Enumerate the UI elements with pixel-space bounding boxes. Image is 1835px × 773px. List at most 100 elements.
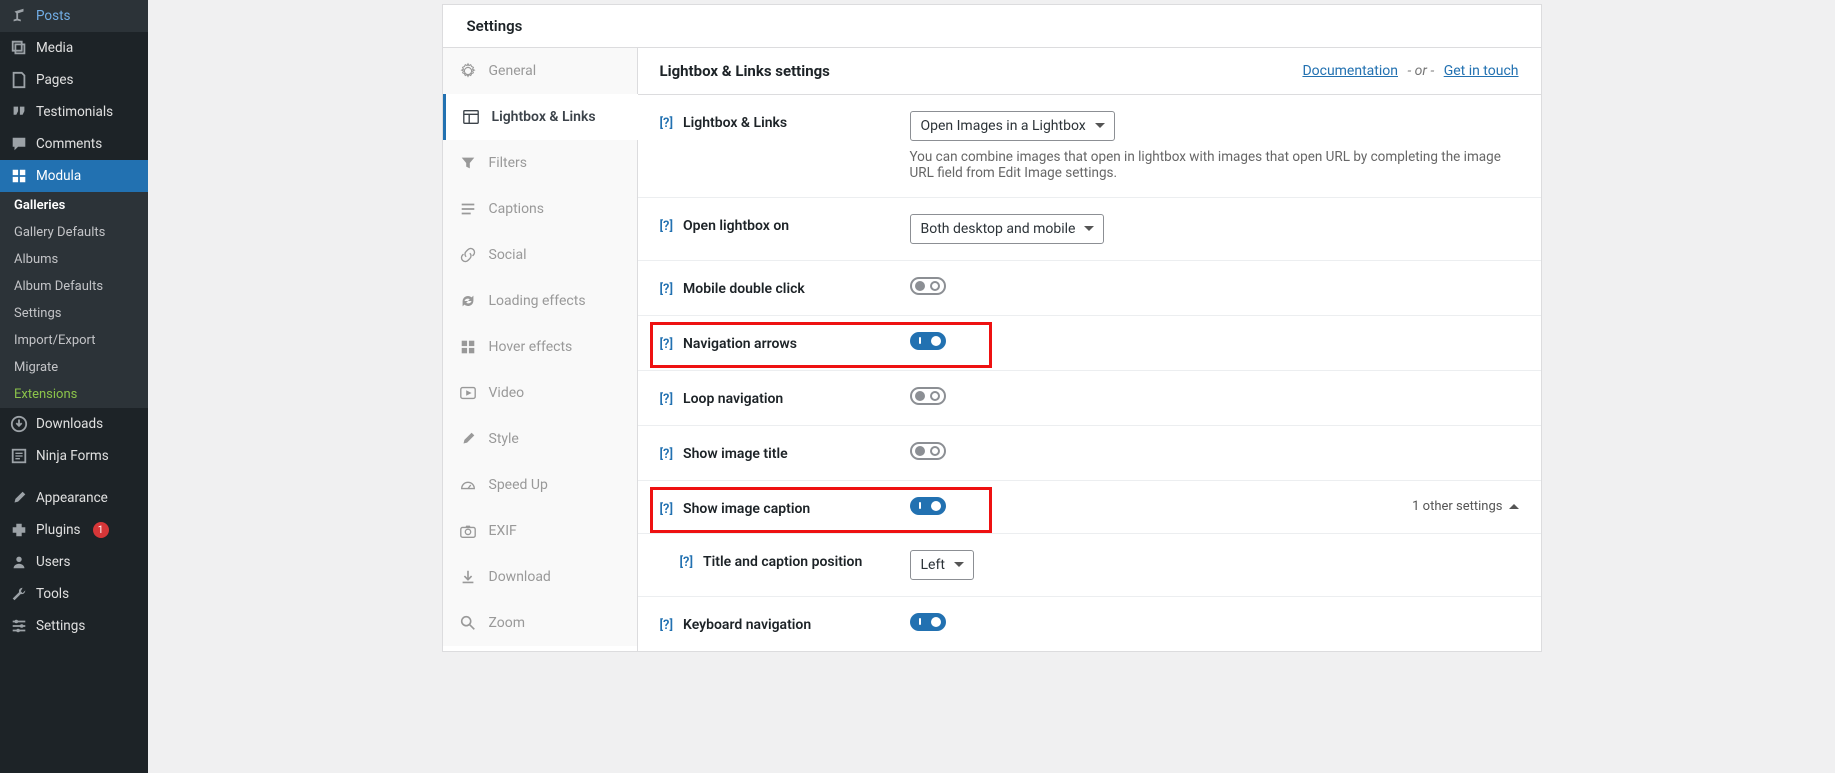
tab-social[interactable]: Social: [443, 232, 637, 278]
tab-label: Loading effects: [489, 293, 586, 309]
get-in-touch-link[interactable]: Get in touch: [1444, 63, 1519, 79]
download-arrow-icon: [459, 568, 477, 586]
help-icon[interactable]: [?]: [660, 502, 674, 517]
tab-style[interactable]: Style: [443, 416, 637, 462]
tab-captions[interactable]: Captions: [443, 186, 637, 232]
help-icon[interactable]: [?]: [660, 337, 674, 352]
tab-filters[interactable]: Filters: [443, 140, 637, 186]
tab-label: Lightbox & Links: [492, 109, 596, 125]
documentation-link[interactable]: Documentation: [1302, 63, 1398, 79]
field-mobile-double-click: [?] Mobile double click: [638, 261, 1541, 316]
search-icon: [459, 614, 477, 632]
help-icon[interactable]: [?]: [660, 447, 674, 462]
show-image-title-toggle[interactable]: [910, 442, 946, 460]
media-icon: [10, 39, 28, 57]
lightbox-links-select[interactable]: Open Images in a Lightbox: [910, 111, 1115, 141]
submenu-galleries[interactable]: Galleries: [0, 192, 148, 219]
tab-hover-effects[interactable]: Hover effects: [443, 324, 637, 370]
wrench-icon: [10, 585, 28, 603]
title-position-select[interactable]: Left: [910, 550, 974, 580]
tab-video[interactable]: Video: [443, 370, 637, 416]
help-icon[interactable]: [?]: [660, 392, 674, 407]
panel-title: Settings: [443, 5, 1541, 48]
play-icon: [459, 384, 477, 402]
tab-lightbox-links[interactable]: Lightbox & Links: [443, 94, 637, 140]
sidebar-item-label: Comments: [36, 136, 102, 152]
keyboard-navigation-toggle[interactable]: [910, 613, 946, 631]
sidebar-item-appearance[interactable]: Appearance: [0, 482, 148, 514]
submenu-settings[interactable]: Settings: [0, 300, 148, 327]
loop-navigation-toggle[interactable]: [910, 387, 946, 405]
sidebar-item-label: Tools: [36, 586, 69, 602]
sidebar-item-settings[interactable]: Settings: [0, 610, 148, 642]
filter-icon: [459, 154, 477, 172]
help-icon[interactable]: [?]: [680, 555, 694, 570]
tab-exif[interactable]: EXIF: [443, 508, 637, 554]
mobile-double-click-toggle[interactable]: [910, 277, 946, 295]
settings-content: Lightbox & Links settings Documentation …: [638, 48, 1541, 651]
gear-icon: [459, 62, 477, 80]
navigation-arrows-toggle[interactable]: [910, 332, 946, 350]
gauge-icon: [459, 476, 477, 494]
sidebar-item-media[interactable]: Media: [0, 32, 148, 64]
tab-label: Video: [489, 385, 525, 401]
grid-icon: [459, 338, 477, 356]
field-label: Keyboard navigation: [683, 617, 811, 633]
tab-zoom[interactable]: Zoom: [443, 600, 637, 646]
sidebar-item-label: Appearance: [36, 490, 108, 506]
modula-icon: [10, 167, 28, 185]
tab-label: Speed Up: [489, 477, 548, 493]
sidebar-item-label: Settings: [36, 618, 85, 634]
tab-speed-up[interactable]: Speed Up: [443, 462, 637, 508]
sidebar-item-modula[interactable]: Modula: [0, 160, 148, 192]
select-value: Open Images in a Lightbox: [910, 111, 1115, 141]
tab-label: Filters: [489, 155, 528, 171]
content-header-links: Documentation - or - Get in touch: [1302, 63, 1518, 79]
help-icon[interactable]: [?]: [660, 282, 674, 297]
comment-icon: [10, 135, 28, 153]
sidebar-item-users[interactable]: Users: [0, 546, 148, 578]
tab-download[interactable]: Download: [443, 554, 637, 600]
submenu-albums[interactable]: Albums: [0, 246, 148, 273]
open-on-select[interactable]: Both desktop and mobile: [910, 214, 1105, 244]
tab-loading-effects[interactable]: Loading effects: [443, 278, 637, 324]
field-label: Mobile double click: [683, 281, 805, 297]
sidebar-item-tools[interactable]: Tools: [0, 578, 148, 610]
help-icon[interactable]: [?]: [660, 618, 674, 633]
main-content: Settings General Lightbox & Links Filter…: [148, 0, 1835, 773]
form-icon: [10, 447, 28, 465]
field-navigation-arrows: [?] Navigation arrows: [638, 316, 1541, 371]
sidebar-item-label: Posts: [36, 8, 70, 24]
admin-sidebar: Posts Media Pages Testimonials Comments …: [0, 0, 148, 773]
sidebar-item-plugins[interactable]: Plugins 1: [0, 514, 148, 546]
sidebar-item-testimonials[interactable]: Testimonials: [0, 96, 148, 128]
field-show-image-caption: [?] Show image caption 1 other settings: [638, 481, 1541, 534]
sidebar-item-label: Plugins: [36, 522, 81, 538]
field-label: Show image caption: [683, 501, 810, 517]
show-image-caption-toggle[interactable]: [910, 497, 946, 515]
sidebar-item-downloads[interactable]: Downloads: [0, 408, 148, 440]
sidebar-item-ninja-forms[interactable]: Ninja Forms: [0, 440, 148, 472]
submenu-extensions[interactable]: Extensions: [0, 381, 148, 408]
field-loop-navigation: [?] Loop navigation: [638, 371, 1541, 426]
sidebar-item-comments[interactable]: Comments: [0, 128, 148, 160]
submenu-import-export[interactable]: Import/Export: [0, 327, 148, 354]
help-icon[interactable]: [?]: [660, 116, 674, 131]
quote-icon: [10, 103, 28, 121]
submenu-album-defaults[interactable]: Album Defaults: [0, 273, 148, 300]
help-icon[interactable]: [?]: [660, 219, 674, 234]
field-label: Loop navigation: [683, 391, 783, 407]
sidebar-item-pages[interactable]: Pages: [0, 64, 148, 96]
field-title-caption-position: [?] Title and caption position Left: [638, 534, 1541, 597]
submenu-migrate[interactable]: Migrate: [0, 354, 148, 381]
select-value: Both desktop and mobile: [910, 214, 1105, 244]
plugin-update-badge: 1: [93, 522, 109, 538]
sidebar-item-label: Downloads: [36, 416, 103, 432]
camera-icon: [459, 522, 477, 540]
other-settings-toggle[interactable]: 1 other settings: [1412, 499, 1518, 514]
submenu-gallery-defaults[interactable]: Gallery Defaults: [0, 219, 148, 246]
sidebar-item-posts[interactable]: Posts: [0, 0, 148, 32]
select-value: Left: [910, 550, 974, 580]
tab-general[interactable]: General: [443, 48, 637, 94]
sidebar-submenu: Galleries Gallery Defaults Albums Album …: [0, 192, 148, 408]
